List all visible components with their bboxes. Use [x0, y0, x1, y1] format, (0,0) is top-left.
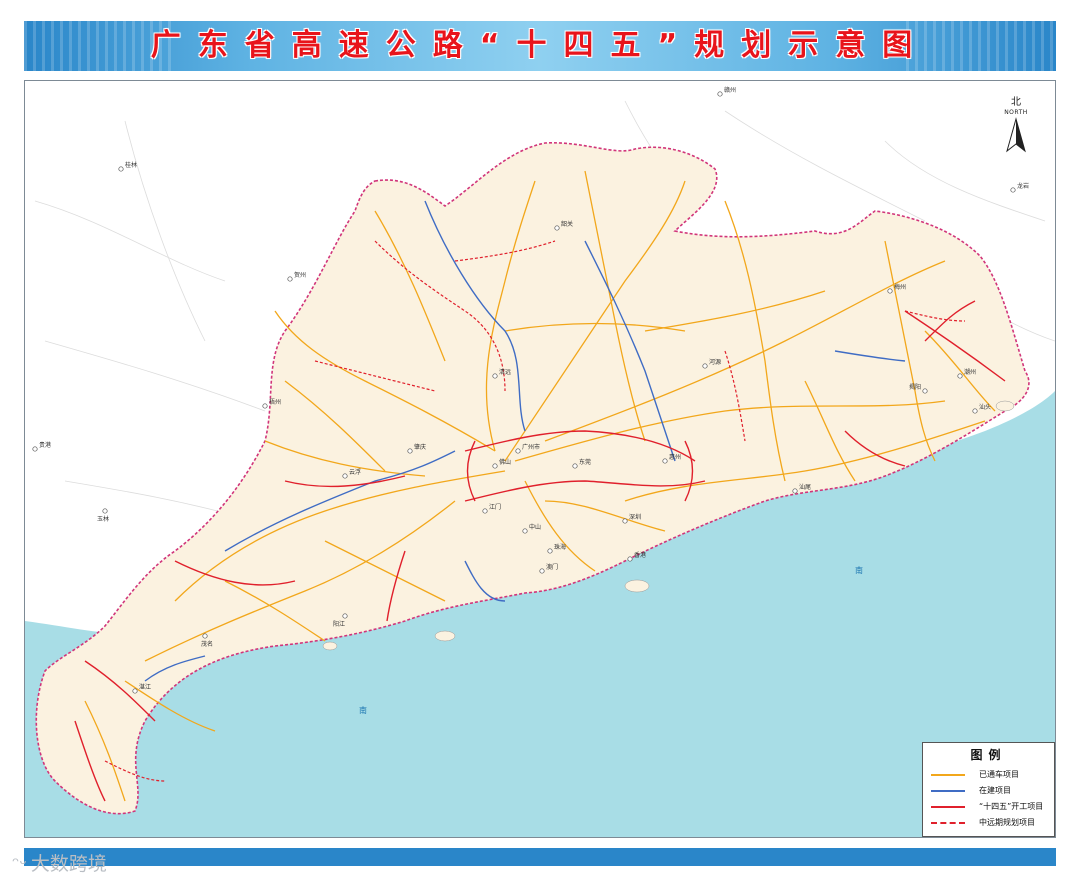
city-label-maoming: 茂名 — [201, 640, 213, 648]
city-label-huizhou: 惠州 — [669, 453, 681, 461]
compass-north-cn: 北 — [1011, 97, 1021, 108]
map-title: 广东省高速公路“十四五”规划示意图 — [150, 28, 930, 63]
city-label-foshan: 佛山 — [499, 458, 511, 466]
legend-item-new: “十四五”开工项目 — [929, 800, 1054, 814]
legend-label-open: 已通车项目 — [979, 770, 1019, 779]
city-label-zhaoqing: 肇庆 — [414, 443, 426, 451]
city-label-guangzhou: 广州市 — [522, 443, 540, 451]
compass-north-en: NORTH — [1004, 109, 1028, 116]
map-canvas: 韶关 清远 广州市 佛山 肇庆 云浮 东莞 惠州 深圳 江门 中山 珠海 澳门 … — [25, 86, 1055, 837]
city-label-xianggang: 香港 — [634, 551, 646, 559]
city-label-chaozhou: 潮州 — [964, 368, 976, 376]
sea-label-west: 南 — [359, 706, 367, 715]
city-label-shanwei: 汕尾 — [799, 483, 811, 491]
city-label-zhanjiang: 湛江 — [139, 684, 151, 691]
city-label-zhuhai: 珠海 — [554, 543, 566, 551]
city-label-heyuan: 河源 — [709, 358, 721, 366]
north-compass: 北 NORTH — [1001, 97, 1031, 157]
legend-item-planned: 中远期规划项目 — [929, 816, 1054, 830]
legend-swatch-building — [931, 790, 965, 792]
city-label-meizhou: 梅州 — [894, 283, 906, 291]
city-label-yangjiang: 阳江 — [333, 620, 345, 628]
legend-swatch-planned — [931, 822, 965, 824]
city-label-guilin: 桂林 — [125, 161, 137, 169]
city-label-zhongshan: 中山 — [529, 523, 541, 531]
title-banner: 广东省高速公路“十四五”规划示意图 — [24, 21, 1056, 71]
city-label-guigang: 贵港 — [39, 441, 51, 449]
city-label-yunfu: 云浮 — [349, 468, 361, 476]
legend-label-building: 在建项目 — [979, 786, 1011, 795]
north-arrow-icon — [1006, 117, 1026, 153]
city-label-jieyang: 揭阳 — [909, 383, 921, 391]
city-label-shenzhen: 深圳 — [629, 513, 641, 521]
legend-swatch-open — [931, 774, 965, 776]
city-label-jiangmen: 江门 — [489, 503, 501, 511]
map-frame[interactable]: 韶关 清远 广州市 佛山 肇庆 云浮 东莞 惠州 深圳 江门 中山 珠海 澳门 … — [24, 80, 1056, 838]
sea-label-east: 南 — [855, 566, 863, 575]
map-legend: 图例 已通车项目 在建项目 “十四五”开工项目 中远期规划项目 — [922, 742, 1055, 837]
city-label-shaoguan: 韶关 — [561, 220, 573, 228]
city-label-hezhou: 贺州 — [294, 271, 306, 279]
city-label-aomen: 澳门 — [546, 563, 558, 571]
legend-swatch-new — [931, 806, 965, 808]
city-label-qingyuan: 清远 — [499, 368, 511, 376]
legend-item-open: 已通车项目 — [929, 768, 1054, 782]
watermark-logo-icon: ᵔᵕ — [12, 854, 27, 875]
legend-label-new: “十四五”开工项目 — [979, 802, 1044, 811]
footer-bar — [24, 848, 1056, 866]
legend-label-planned: 中远期规划项目 — [979, 818, 1035, 827]
legend-item-building: 在建项目 — [929, 784, 1054, 798]
watermark: ᵔᵕ 大数跨境 — [12, 852, 107, 877]
city-label-yulin: 玉林 — [97, 515, 109, 523]
city-label-shantou: 汕头 — [979, 403, 991, 411]
legend-title: 图例 — [970, 748, 1007, 762]
city-label-ganzhou: 赣州 — [724, 86, 736, 94]
watermark-text: 大数跨境 — [30, 853, 107, 875]
city-label-wuzhou: 梧州 — [269, 398, 281, 406]
city-label-dongguan: 东莞 — [579, 458, 591, 466]
city-label-longyan: 龙岩 — [1017, 182, 1029, 190]
